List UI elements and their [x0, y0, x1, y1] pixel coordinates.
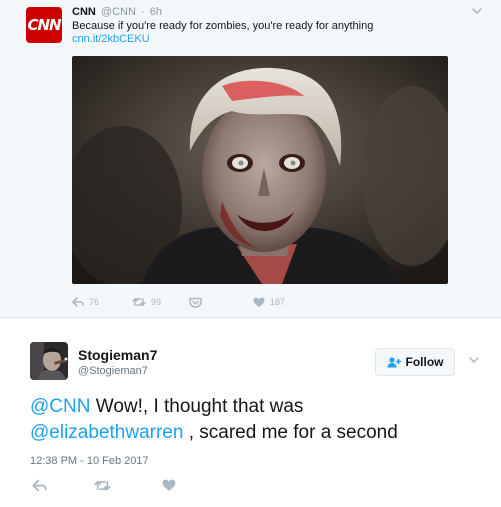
retweet-icon — [94, 481, 111, 490]
quoted-tweet-header: CNN @CNN · 6h — [72, 6, 162, 19]
heart-icon — [162, 479, 176, 491]
quoted-author-name[interactable]: CNN — [72, 6, 96, 18]
author-name[interactable]: Stogieman7 — [78, 347, 157, 364]
retweet-count: 99 — [151, 297, 162, 307]
pocket-icon — [189, 297, 202, 308]
quoted-tweet-actions: 76 99 187 — [72, 294, 285, 310]
reply-count: 76 — [89, 297, 100, 307]
quoted-author-handle[interactable]: @CNN — [101, 6, 136, 18]
reply-icon — [72, 297, 84, 307]
like-action[interactable] — [162, 479, 176, 497]
chevron-down-icon[interactable] — [467, 353, 481, 367]
retweet-action[interactable]: 99 — [132, 297, 161, 307]
reply-text-a: Wow!, I thought that was — [90, 396, 304, 417]
zombie-photo[interactable] — [72, 56, 448, 284]
mention-cnn[interactable]: @CNN — [30, 396, 90, 417]
mention-elizabethwarren[interactable]: @elizabethwarren — [30, 422, 183, 443]
cnn-avatar[interactable]: CNN — [26, 7, 62, 43]
reply-action[interactable]: 76 — [72, 297, 99, 307]
reply-text-b: , scared me for a second — [183, 422, 398, 443]
chevron-down-icon[interactable] — [470, 4, 484, 18]
quoted-tweet[interactable]: CNN CNN @CNN · 6h Because if you're read… — [0, 0, 501, 318]
retweet-icon — [132, 298, 146, 306]
author-handle[interactable]: @Stogieman7 — [78, 364, 157, 378]
cnn-logo-text: CNN — [27, 16, 61, 34]
heart-icon — [253, 297, 265, 307]
follow-label: Follow — [405, 355, 444, 369]
add-user-icon — [387, 356, 401, 367]
reply-icon — [32, 479, 47, 492]
quoted-tweet-link[interactable]: cnn.it/2kbCEKU — [72, 33, 150, 46]
quoted-tweet-time[interactable]: 6h — [150, 6, 162, 18]
reply-tweet-actions — [32, 479, 192, 497]
stogieman7-avatar[interactable] — [30, 342, 68, 380]
retweet-action[interactable] — [94, 479, 111, 497]
pocket-action[interactable] — [189, 297, 202, 308]
like-count: 187 — [270, 297, 286, 307]
reply-author[interactable]: Stogieman7 @Stogieman7 — [78, 347, 157, 378]
reply-timestamp[interactable]: 12:38 PM - 10 Feb 2017 — [30, 455, 149, 467]
reply-tweet-text: @CNN Wow!, I thought that was @elizabethw… — [30, 394, 480, 446]
quoted-tweet-text: Because if you're ready for zombies, you… — [72, 20, 374, 32]
reply-action[interactable] — [32, 479, 47, 497]
follow-button[interactable]: Follow — [375, 348, 455, 376]
header-separator: · — [140, 6, 145, 18]
like-action[interactable]: 187 — [253, 297, 285, 308]
